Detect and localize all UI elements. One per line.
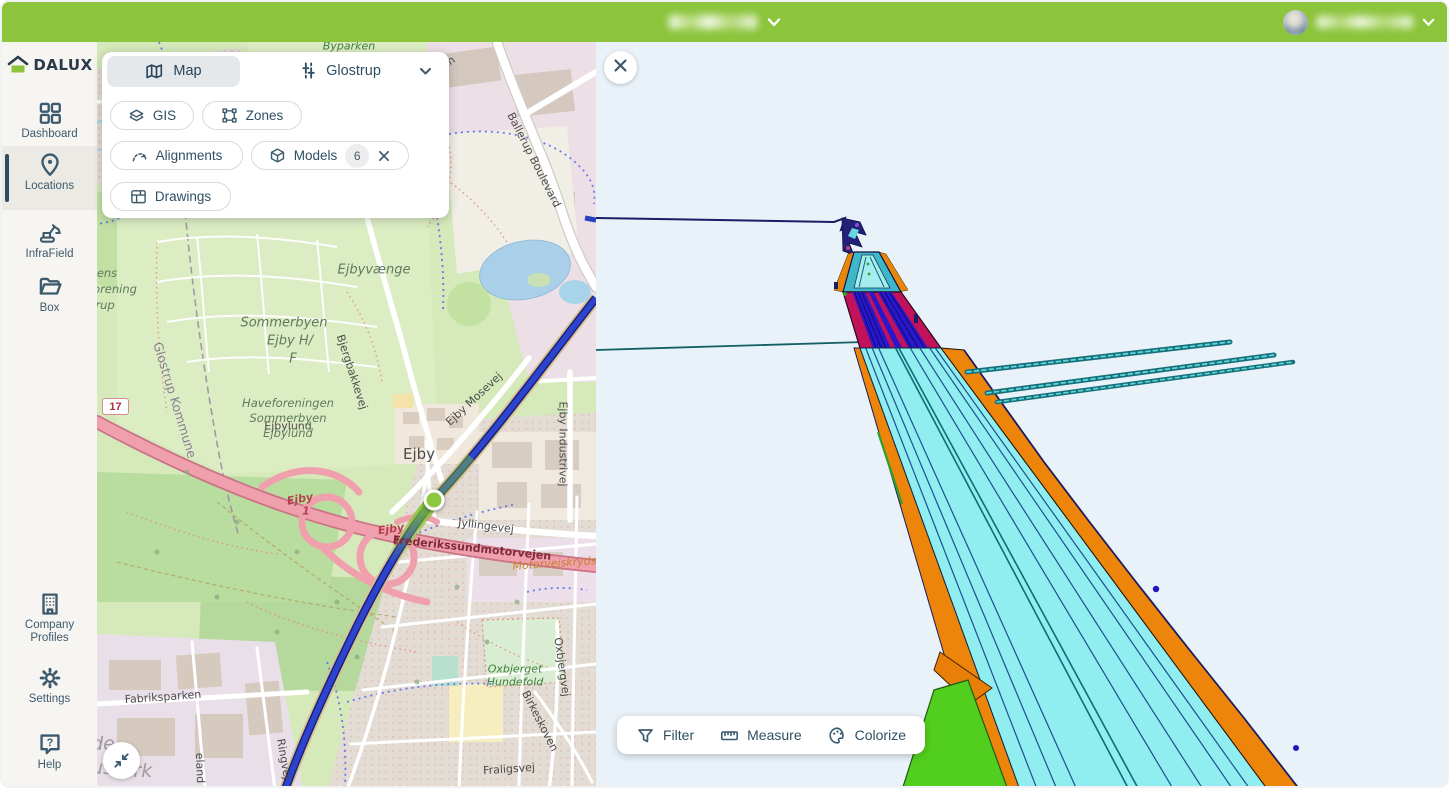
pill-label: Zones <box>246 108 284 123</box>
sidebar-item-label: Box <box>40 302 60 315</box>
sidebar-item-label: Dashboard <box>21 128 77 141</box>
locations-pin-icon <box>37 152 63 178</box>
location-selector-label: Glostrup <box>326 63 381 79</box>
colorize-button[interactable]: Colorize <box>828 726 906 745</box>
sidebar-item-label: InfraField <box>26 248 74 261</box>
pill-label: GIS <box>153 108 176 123</box>
pill-label: Models <box>294 148 338 163</box>
help-icon: ? <box>37 731 63 757</box>
logo-text: DALUX <box>33 56 92 74</box>
sidebar-item-locations[interactable]: Locations <box>2 146 97 210</box>
pill-drawings[interactable]: Drawings <box>110 182 231 211</box>
folder-icon <box>37 274 63 300</box>
chevron-down-icon <box>767 18 781 27</box>
pill-gis[interactable]: GIS <box>110 101 194 130</box>
model-3d-viewer[interactable]: Filter Measure Colorize <box>596 42 1449 788</box>
sidebar-item-label: CompanyProfiles <box>25 619 74 644</box>
svg-text:?: ? <box>46 737 53 749</box>
alignment-stakes-icon <box>300 62 317 79</box>
sidebar-item-box[interactable]: Box <box>2 268 97 321</box>
dalux-house-icon <box>6 54 30 75</box>
map-layer-panel: Map Glostrup GIS Zones Alignments Models 6 Dr… <box>102 52 449 218</box>
models-count-badge: 6 <box>345 144 369 168</box>
gear-icon <box>37 665 63 691</box>
colorize-palette-icon <box>828 726 847 745</box>
map-icon <box>145 63 164 80</box>
dalux-app-window: DALUX Dashboard Locations InfraField Box Com… <box>0 0 1449 788</box>
toolbar-button-label: Measure <box>747 727 801 743</box>
sidebar-item-company[interactable]: CompanyProfiles <box>2 585 97 650</box>
project-selector[interactable] <box>669 2 781 42</box>
project-title-redacted <box>669 15 757 29</box>
sidebar-item-label: Locations <box>25 180 74 193</box>
excavator-icon <box>37 220 63 246</box>
pill-models[interactable]: Models 6 <box>251 141 409 170</box>
sidebar-item-dashboard[interactable]: Dashboard <box>2 94 97 147</box>
tab-map[interactable]: Map <box>107 56 240 87</box>
pill-zones[interactable]: Zones <box>202 101 302 130</box>
pill-label: Alignments <box>156 148 223 163</box>
model-3d-canvas <box>596 42 1449 788</box>
sidebar-item-label: Help <box>38 759 62 772</box>
models-cube-icon <box>269 147 286 164</box>
toolbar-button-label: Filter <box>663 727 694 743</box>
avatar <box>1283 10 1308 35</box>
pill-label: Drawings <box>155 189 211 204</box>
dalux-logo[interactable]: DALUX <box>2 54 97 75</box>
sidebar: DALUX Dashboard Locations InfraField Box Com… <box>2 42 97 786</box>
dashboard-icon <box>37 100 63 126</box>
location-selector[interactable]: Glostrup <box>240 54 441 87</box>
top-bar <box>2 2 1447 42</box>
remove-models-filter-icon[interactable] <box>377 149 391 163</box>
filter-icon <box>636 726 655 745</box>
gis-layers-icon <box>128 107 145 124</box>
drawings-icon <box>130 188 147 205</box>
toolbar-button-label: Colorize <box>855 727 906 743</box>
user-menu[interactable] <box>1283 2 1435 42</box>
route-17-badge: 17 <box>102 398 129 415</box>
sidebar-item-label: Settings <box>29 693 71 706</box>
measure-ruler-icon <box>720 726 739 745</box>
close-icon <box>613 58 628 78</box>
sidebar-item-infrafield[interactable]: InfraField <box>2 214 97 267</box>
alignment-position-marker[interactable] <box>424 490 445 511</box>
measure-button[interactable]: Measure <box>720 726 801 745</box>
caret-down-icon <box>420 63 431 79</box>
viewer-toolbar: Filter Measure Colorize <box>617 716 925 754</box>
sidebar-item-help[interactable]: ? Help <box>2 725 97 778</box>
collapse-map-button[interactable] <box>103 742 140 779</box>
pill-alignments[interactable]: Alignments <box>110 141 243 170</box>
chevron-down-icon <box>1422 18 1435 27</box>
tab-map-label: Map <box>173 63 201 79</box>
zones-icon <box>221 107 238 124</box>
filter-button[interactable]: Filter <box>636 726 694 745</box>
user-name-redacted <box>1317 16 1413 28</box>
collapse-arrows-icon <box>112 751 131 770</box>
sidebar-item-settings[interactable]: Settings <box>2 659 97 712</box>
building-icon <box>37 591 63 617</box>
alignments-icon <box>131 147 148 164</box>
close-viewer-button[interactable] <box>604 51 637 84</box>
